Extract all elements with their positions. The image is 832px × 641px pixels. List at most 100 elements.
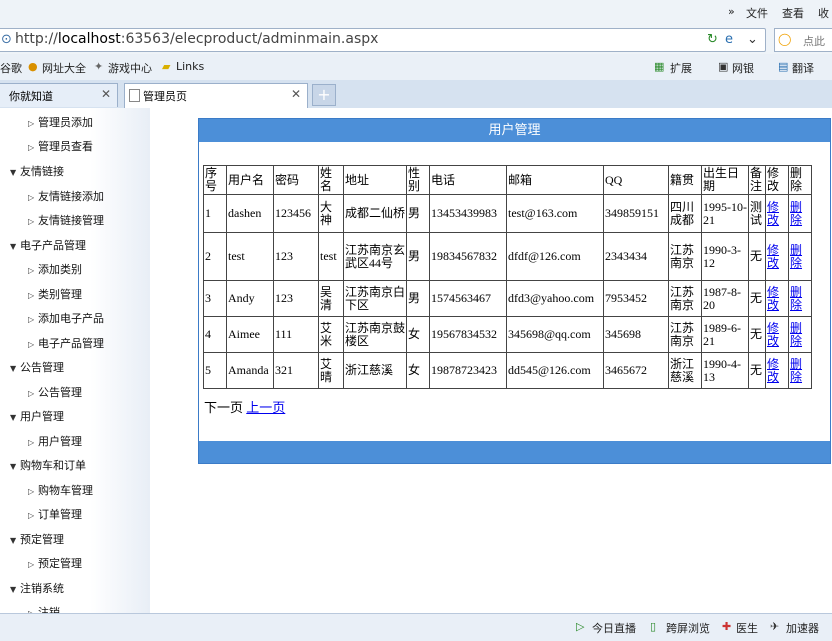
cell-id: 3: [203, 280, 227, 317]
status-accelerator[interactable]: 加速器: [786, 620, 819, 636]
sidebar-group[interactable]: ▼ 购物车和订单: [10, 457, 86, 473]
cell-password: 123456: [273, 194, 319, 233]
close-icon[interactable]: ✕: [291, 87, 301, 101]
status-crossscreen[interactable]: 跨屏浏览: [666, 620, 710, 636]
col-header: QQ: [603, 165, 669, 195]
url-field[interactable]: ⊙ http://localhost:63563/elecproduct/adm…: [0, 28, 766, 52]
search-box[interactable]: ◯ 点此: [774, 28, 832, 52]
cell-hometown: 江苏南京: [668, 232, 702, 281]
dropdown-icon[interactable]: ⌄: [747, 32, 758, 47]
tool-bank[interactable]: 网银: [732, 60, 754, 76]
accelerator-icon: ✈: [770, 620, 780, 633]
cell-hometown: 江苏南京: [668, 316, 702, 353]
cell-birthday: 1995-10-21: [701, 194, 749, 233]
delete-link[interactable]: 删除: [790, 321, 802, 348]
sidebar-group[interactable]: ▼ 公告管理: [10, 359, 64, 375]
sidebar-group[interactable]: ▼ 电子产品管理: [10, 237, 86, 253]
delete-link[interactable]: 删除: [790, 357, 802, 384]
main-content: 用户管理 序号 用户名 密码 姓名 地址 性别 电话 邮箱 QQ 籍贯 出生日期…: [150, 108, 832, 613]
edit-link[interactable]: 修改: [767, 200, 779, 227]
tool-extend[interactable]: 扩展: [670, 60, 692, 76]
cell-password: 111: [273, 316, 319, 353]
delete-link[interactable]: 删除: [790, 243, 802, 270]
edit-link[interactable]: 修改: [767, 357, 779, 384]
sidebar-group[interactable]: ▼ 预定管理: [10, 531, 64, 547]
fav-google[interactable]: 谷歌: [0, 60, 22, 76]
menu-favorites[interactable]: 收: [818, 5, 829, 21]
status-doctor[interactable]: 医生: [736, 620, 758, 636]
new-tab-button[interactable]: +: [312, 84, 336, 106]
sidebar-item[interactable]: ▷注销: [28, 604, 60, 613]
cell-username: dashen: [226, 194, 274, 233]
sidebar-item[interactable]: ▷ 添加电子产品: [28, 310, 104, 326]
fav-games[interactable]: 游戏中心: [108, 60, 152, 76]
sidebar-item[interactable]: ▷ 管理员查看: [28, 138, 93, 154]
delete-link[interactable]: 删除: [790, 285, 802, 312]
tab-2[interactable]: 管理员页 ✕: [124, 83, 308, 109]
user-management-panel: 用户管理 序号 用户名 密码 姓名 地址 性别 电话 邮箱 QQ 籍贯 出生日期…: [198, 118, 831, 464]
page-icon: [129, 89, 140, 102]
cell-email: dd545@126.com: [506, 352, 604, 389]
edit-link[interactable]: 修改: [767, 285, 779, 312]
cell-username: Andy: [226, 280, 274, 317]
sidebar-item[interactable]: ▷ 类别管理: [28, 286, 82, 302]
cell-address: 江苏南京鼓楼区: [343, 316, 407, 353]
play-icon: ▷: [576, 620, 585, 633]
sidebar-item[interactable]: ▷ 友情链接管理: [28, 212, 104, 228]
sidebar-item[interactable]: ▷ 电子产品管理: [28, 335, 104, 351]
sidebar-item[interactable]: ▷ 管理员添加: [28, 114, 93, 130]
tab-1[interactable]: 你就知道 ✕: [0, 83, 118, 107]
triangle-right-icon: ▷: [28, 560, 35, 569]
cell-gender: 男: [406, 232, 430, 281]
sidebar-item[interactable]: ▷ 添加类别: [28, 261, 82, 277]
triangle-right-icon: ▷: [28, 119, 35, 128]
cell-address: 浙江慈溪: [343, 352, 407, 389]
ie-mode-icon[interactable]: e: [725, 32, 733, 47]
refresh-icon[interactable]: ↻: [707, 32, 718, 47]
triangle-right-icon: ▷: [28, 193, 35, 202]
tool-translate[interactable]: 翻译: [792, 60, 814, 76]
menu-file[interactable]: 文件: [746, 5, 768, 21]
triangle-right-icon: ▷: [28, 389, 35, 398]
sidebar-group[interactable]: ▼ 注销系统: [10, 580, 64, 596]
cell-phone: 13453439983: [429, 194, 507, 233]
tab-label: 管理员页: [143, 90, 187, 103]
menu-view[interactable]: 查看: [782, 5, 804, 21]
prev-page-link[interactable]: 上一页: [246, 400, 285, 415]
favorites-bar: 谷歌 ● 网址大全 ✦ 游戏中心 ▰ Links ▦ 扩展 ▣ 网银 ▤ 翻译: [0, 54, 832, 81]
sidebar-item[interactable]: ▷ 友情链接添加: [28, 188, 104, 204]
status-live[interactable]: 今日直播: [592, 620, 636, 636]
cell-phone: 19878723423: [429, 352, 507, 389]
cell-gender: 女: [406, 316, 430, 353]
cell-address: 江苏南京白下区: [343, 280, 407, 317]
delete-link[interactable]: 删除: [790, 200, 802, 227]
triangle-right-icon: ▷: [28, 291, 35, 300]
sidebar-group[interactable]: ▼ 用户管理: [10, 408, 64, 424]
edit-link[interactable]: 修改: [767, 243, 779, 270]
cell-birthday: 1990-3-12: [701, 232, 749, 281]
cell-username: Amanda: [226, 352, 274, 389]
cell-id: 2: [203, 232, 227, 281]
search-engine-icon: ◯: [778, 32, 792, 46]
cell-phone: 19834567832: [429, 232, 507, 281]
triangle-down-icon: ▼: [10, 168, 17, 177]
fav-sites[interactable]: 网址大全: [42, 60, 86, 76]
next-page-label[interactable]: 下一页: [204, 400, 243, 415]
table-row: 1 dashen 123456 大神 成都二仙桥 男 13453439983 t…: [203, 194, 812, 233]
sidebar-item[interactable]: ▷ 预定管理: [28, 555, 82, 571]
sidebar-item[interactable]: ▷ 公告管理: [28, 384, 82, 400]
cell-hometown: 江苏南京: [668, 280, 702, 317]
cell-address: 成都二仙桥: [343, 194, 407, 233]
triangle-right-icon: ▷: [28, 143, 35, 152]
sidebar-item[interactable]: ▷ 用户管理: [28, 433, 82, 449]
sidebar-item[interactable]: ▷ 订单管理: [28, 506, 82, 522]
cell-remark: 无: [748, 232, 766, 281]
sidebar-item[interactable]: ▷ 购物车管理: [28, 482, 93, 498]
sidebar-group[interactable]: ▼ 友情链接: [10, 163, 64, 179]
edit-link[interactable]: 修改: [767, 321, 779, 348]
cell-gender: 男: [406, 280, 430, 317]
chevron-icon[interactable]: »: [728, 5, 735, 18]
fav-links[interactable]: Links: [176, 60, 204, 73]
close-icon[interactable]: ✕: [101, 87, 111, 101]
cell-password: 321: [273, 352, 319, 389]
